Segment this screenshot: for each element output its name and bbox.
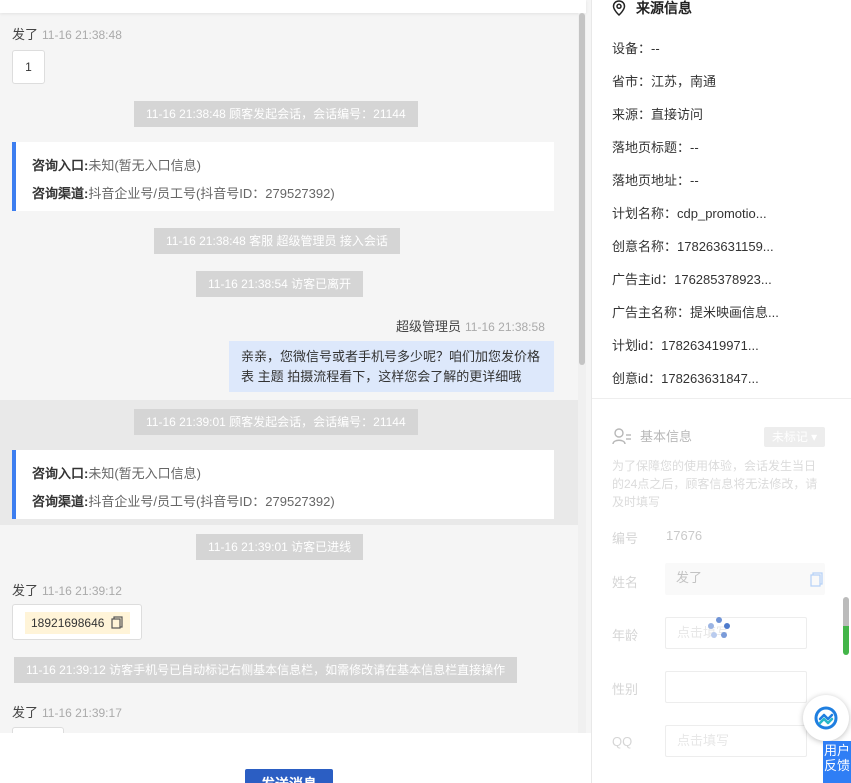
message-header: 发了 11-16 21:38:48 [12,24,122,43]
consult-info-card: 咨询入口:未知(暂无入口信息) 咨询渠道:抖音企业号/员工号(抖音号ID：279… [12,450,554,519]
message-time: 11-16 21:39:17 [42,706,122,720]
qq-field[interactable]: 点击填写 [665,725,807,757]
customer-info-panel: 来源信息 设备：-- 省市：江苏，南通 来源：直接访问 落地页标题：-- 落地页… [591,0,851,783]
source-info-title: 来源信息 [636,0,692,16]
gender-select[interactable] [665,671,807,703]
assistant-float-button[interactable] [803,695,849,741]
entry-label: 咨询入口: [32,158,89,173]
sender-name: 发了 [12,583,39,598]
user-icon [612,427,631,444]
entry-value: 未知(暂无入口信息) [88,466,202,481]
sender-name: 发了 [12,27,39,42]
age-field[interactable]: 点击填写 [665,617,807,649]
source-row-creative-id: 创意id：178263631847... [612,371,759,386]
assistant-logo-icon [814,706,838,730]
phone-number: 18921698646 [31,616,105,630]
copy-icon[interactable] [111,616,124,629]
chat-panel: 发了 11-16 21:38:48 1 11-16 21:38:48 顾客发起会话… [0,0,591,783]
source-row-plan-id: 计划id：178263419971... [612,338,759,353]
entry-row: 咨询入口:未知(暂无入口信息) [32,460,554,488]
channel-label: 咨询渠道: [32,494,89,509]
channel-row: 咨询渠道:抖音企业号/员工号(抖音号ID：279527392) [32,180,554,208]
name-label: 姓名 [612,575,639,590]
source-row-advertiser-id: 广告主id：176285378923... [612,272,772,287]
system-notice: 11-16 21:38:54 访客已离开 [196,271,364,297]
phone-number-tag[interactable]: 18921698646 [25,612,130,634]
entry-row: 咨询入口:未知(暂无入口信息) [32,152,554,180]
send-message-button[interactable]: 发送消息 [245,769,333,783]
message-header: 超级管理员 11-16 21:38:58 [396,316,545,335]
message-header: 发了 11-16 21:39:17 [12,702,122,721]
gender-label: 性别 [612,682,639,697]
sender-name: 发了 [12,705,39,720]
channel-row: 咨询渠道:抖音企业号/员工号(抖音号ID：279527392) [32,488,554,516]
age-label: 年龄 [612,628,639,643]
system-notice: 11-16 21:39:01 顾客发起会话，会话编号：21144 [134,409,418,435]
right-scrollbar-thumb[interactable] [843,597,849,655]
id-value: 17676 [666,528,703,543]
basic-info-title: 基本信息 [640,429,693,444]
location-pin-icon [612,0,626,16]
entry-label: 咨询入口: [32,466,89,481]
chat-topbar [0,0,586,13]
source-info-header: 来源信息 [612,0,692,16]
channel-label: 咨询渠道: [32,186,89,201]
channel-value: 抖音企业号/员工号(抖音号ID：279527392) [88,494,335,509]
message-header: 发了 11-16 21:39:12 [12,580,122,599]
agent-message-bubble: 亲亲，您微信号或者手机号多少呢？咱们加您发价格表 主题 拍摄流程看下，这样您会了… [229,341,554,392]
user-feedback-tab[interactable]: 用户反馈 [823,741,851,783]
source-row-plan-name: 计划名称：cdp_promotio... [612,206,767,221]
message-time: 11-16 21:39:12 [42,584,122,598]
source-row-landing-title: 落地页标题：-- [612,140,699,155]
qq-label: QQ [612,734,633,749]
entry-value: 未知(暂无入口信息) [88,158,202,173]
system-notice: 11-16 21:39:01 访客已进线 [196,534,364,560]
name-field[interactable]: 发了 [665,563,825,595]
source-row-creative-name: 创意名称：178263631159... [612,239,774,254]
source-row-origin: 来源：直接访问 [612,107,704,122]
system-notice: 11-16 21:38:48 顾客发起会话，会话编号：21144 [134,101,418,127]
tag-select[interactable]: 未标记 ▾ [764,427,825,447]
sender-name: 超级管理员 [396,319,462,334]
message-time: 11-16 21:38:48 [42,28,122,42]
copy-icon[interactable] [810,572,824,587]
source-row-region: 省市：江苏，南通 [612,74,717,89]
system-notice: 11-16 21:39:12 访客手机号已自动标记右侧基本信息栏，如需修改请在基… [14,657,518,683]
system-notice: 11-16 21:38:48 客服 超级管理员 接入会话 [154,228,400,254]
channel-value: 抖音企业号/员工号(抖音号ID：279527392) [88,186,335,201]
consult-info-card: 咨询入口:未知(暂无入口信息) 咨询渠道:抖音企业号/员工号(抖音号ID：279… [12,142,554,211]
source-row-device: 设备：-- [612,41,660,56]
basic-info-header: 基本信息 [612,426,692,445]
section-divider [592,398,851,399]
id-label: 编号 [612,531,639,546]
source-row-landing-url: 落地页地址：-- [612,173,699,188]
message-bubble: 1 [12,50,45,84]
basic-info-note: 为了保障您的使用体验，会话发生当日的24点之后，顾客信息将无法修改，请及时填写 [612,459,818,509]
source-row-advertiser-name: 广告主名称：提米映画信息... [612,305,779,320]
message-time: 11-16 21:38:58 [465,320,545,334]
chat-scrollbar-thumb[interactable] [579,13,585,365]
loading-spinner-icon [708,617,730,638]
